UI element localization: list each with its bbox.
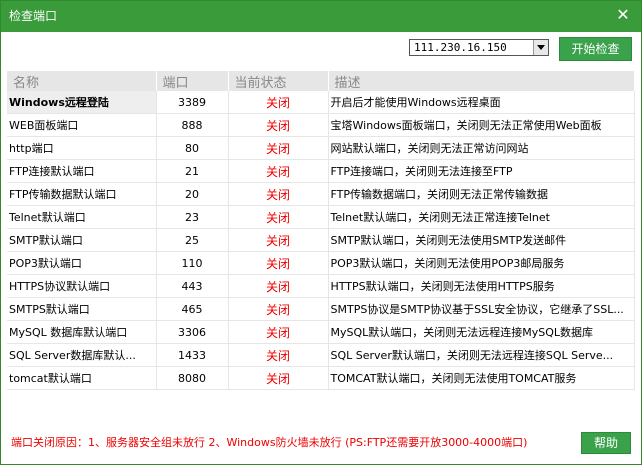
port-description: HTTPS默认端口，关闭则无法使用HTTPS服务 [328, 274, 635, 298]
port-number: 8080 [156, 366, 229, 390]
port-status: 关闭 [228, 113, 329, 137]
close-icon[interactable]: ✕ [611, 3, 635, 27]
port-description: TOMCAT默认端口，关闭则无法使用TOMCAT服务 [328, 366, 635, 390]
port-status: 关闭 [228, 366, 329, 390]
table-row[interactable]: http端口 80 关闭 网站默认端口，关闭则无法正常访问网站 [7, 136, 635, 160]
table-row[interactable]: Telnet默认端口 23 关闭 Telnet默认端口，关闭则无法正常连接Tel… [7, 205, 635, 229]
check-ports-dialog: 检查端口 ✕ 111.230.16.150 开始检查 名称 端口 当前状态 描述… [0, 0, 642, 465]
title-bar: 检查端口 ✕ [1, 1, 641, 32]
column-header-status: 当前状态 [228, 71, 329, 91]
port-name: SMTP默认端口 [7, 228, 157, 252]
port-closed-reason-note: 端口关闭原因：1、服务器安全组未放行 2、Windows防火墙未放行 (PS:F… [11, 436, 528, 449]
port-description: POP3默认端口，关闭则无法使用POP3邮局服务 [328, 251, 635, 275]
port-status: 关闭 [228, 228, 329, 252]
port-status: 关闭 [228, 251, 329, 275]
port-name: SMTPS默认端口 [7, 297, 157, 321]
table-row[interactable]: WEB面板端口 888 关闭 宝塔Windows面板端口，关闭则无法正常使用We… [7, 113, 635, 137]
help-button[interactable]: 帮助 [581, 432, 631, 454]
chevron-down-icon [537, 45, 545, 50]
port-name: http端口 [7, 136, 157, 160]
port-number: 888 [156, 113, 229, 137]
port-name: POP3默认端口 [7, 251, 157, 275]
ip-address-select[interactable]: 111.230.16.150 [409, 39, 549, 56]
port-status: 关闭 [228, 91, 329, 114]
port-status: 关闭 [228, 205, 329, 229]
port-description: SMTPS协议是SMTP协议基于SSL安全协议，它继承了SSL... [328, 297, 635, 321]
port-number: 21 [156, 159, 229, 183]
column-header-port: 端口 [156, 71, 229, 91]
table-row[interactable]: MySQL 数据库默认端口 3306 关闭 MySQL默认端口，关闭则无法远程连… [7, 320, 635, 344]
ports-table: 名称 端口 当前状态 描述 Windows远程登陆 3389 关闭 开启后才能使… [7, 71, 635, 390]
port-name: FTP传输数据默认端口 [7, 182, 157, 206]
port-number: 20 [156, 182, 229, 206]
port-description: 开启后才能使用Windows远程桌面 [328, 91, 635, 114]
start-check-button[interactable]: 开始检查 [559, 37, 632, 61]
port-description: Telnet默认端口，关闭则无法正常连接Telnet [328, 205, 635, 229]
port-name: MySQL 数据库默认端口 [7, 320, 157, 344]
port-status: 关闭 [228, 297, 329, 321]
port-description: FTP传输数据端口，关闭则无法正常传输数据 [328, 182, 635, 206]
table-row[interactable]: SQL Server数据库默认... 1433 关闭 SQL Server默认端… [7, 343, 635, 367]
port-name: Windows远程登陆 [7, 91, 157, 114]
port-number: 110 [156, 251, 229, 275]
port-number: 80 [156, 136, 229, 160]
port-status: 关闭 [228, 159, 329, 183]
port-name: SQL Server数据库默认... [7, 343, 157, 367]
port-description: SQL Server默认端口，关闭则无法远程连接SQL Serve... [328, 343, 635, 367]
port-description: 网站默认端口，关闭则无法正常访问网站 [328, 136, 635, 160]
table-row[interactable]: Windows远程登陆 3389 关闭 开启后才能使用Windows远程桌面 [7, 91, 635, 114]
port-number: 3306 [156, 320, 229, 344]
port-description: 宝塔Windows面板端口，关闭则无法正常使用Web面板 [328, 113, 635, 137]
port-description: SMTP默认端口，关闭则无法使用SMTP发送邮件 [328, 228, 635, 252]
port-name: HTTPS协议默认端口 [7, 274, 157, 298]
port-name: tomcat默认端口 [7, 366, 157, 390]
port-number: 465 [156, 297, 229, 321]
table-header-row: 名称 端口 当前状态 描述 [7, 71, 635, 91]
port-number: 443 [156, 274, 229, 298]
port-number: 3389 [156, 91, 229, 114]
port-status: 关闭 [228, 320, 329, 344]
ip-address-value: 111.230.16.150 [414, 41, 507, 54]
table-row[interactable]: tomcat默认端口 8080 关闭 TOMCAT默认端口，关闭则无法使用TOM… [7, 366, 635, 390]
port-status: 关闭 [228, 274, 329, 298]
port-number: 1433 [156, 343, 229, 367]
dropdown-button[interactable] [533, 40, 548, 55]
column-header-description: 描述 [328, 71, 635, 91]
table-row[interactable]: FTP传输数据默认端口 20 关闭 FTP传输数据端口，关闭则无法正常传输数据 [7, 182, 635, 206]
port-name: FTP连接默认端口 [7, 159, 157, 183]
table-row[interactable]: SMTPS默认端口 465 关闭 SMTPS协议是SMTP协议基于SSL安全协议… [7, 297, 635, 321]
port-status: 关闭 [228, 182, 329, 206]
table-row[interactable]: FTP连接默认端口 21 关闭 FTP连接端口，关闭则无法连接至FTP [7, 159, 635, 183]
port-number: 25 [156, 228, 229, 252]
port-status: 关闭 [228, 343, 329, 367]
port-name: Telnet默认端口 [7, 205, 157, 229]
port-number: 23 [156, 205, 229, 229]
dialog-title: 检查端口 [9, 9, 58, 23]
table-row[interactable]: SMTP默认端口 25 关闭 SMTP默认端口，关闭则无法使用SMTP发送邮件 [7, 228, 635, 252]
port-status: 关闭 [228, 136, 329, 160]
table-row[interactable]: POP3默认端口 110 关闭 POP3默认端口，关闭则无法使用POP3邮局服务 [7, 251, 635, 275]
port-description: MySQL默认端口，关闭则无法远程连接MySQL数据库 [328, 320, 635, 344]
port-description: FTP连接端口，关闭则无法连接至FTP [328, 159, 635, 183]
table-row[interactable]: HTTPS协议默认端口 443 关闭 HTTPS默认端口，关闭则无法使用HTTP… [7, 274, 635, 298]
port-name: WEB面板端口 [7, 113, 157, 137]
column-header-name: 名称 [7, 71, 157, 91]
